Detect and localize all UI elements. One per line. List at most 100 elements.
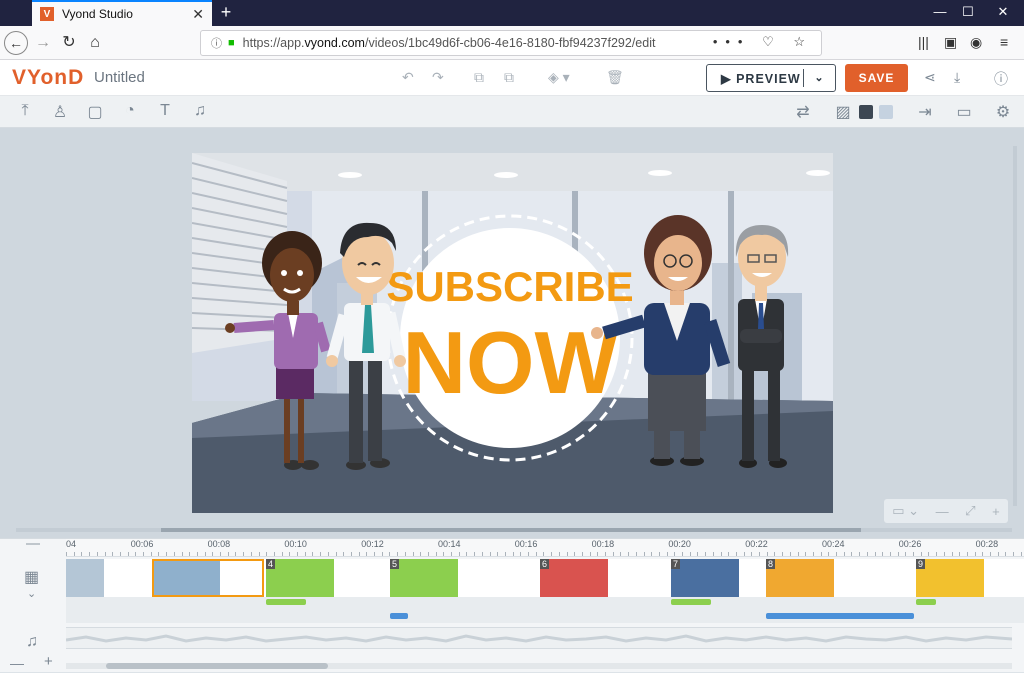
scene-illustration: SUBSCRIBE NOW	[192, 153, 833, 513]
document-title[interactable]: Untitled	[94, 69, 145, 86]
chart-icon[interactable]: ◔	[119, 102, 141, 120]
library-icon[interactable]: |||	[918, 34, 929, 50]
vyond-logo[interactable]: VYonD	[12, 66, 84, 90]
timeline-ruler[interactable]: 04 00:06 00:08 00:10 00:12 00:14 00:16 00:18 00:…	[66, 539, 1024, 557]
now-text: NOW	[402, 313, 617, 412]
element-bar[interactable]	[390, 613, 408, 619]
scene-thumb[interactable]: 8	[766, 559, 834, 597]
ruler-tick-label: 00:12	[361, 539, 384, 549]
ruler-minor-tick	[566, 552, 568, 556]
timeline-zoom-in-icon[interactable]: +	[44, 653, 53, 670]
undo-icon[interactable]: ↶	[402, 69, 414, 86]
ruler-tick-label: 00:16	[514, 539, 538, 549]
forward-icon[interactable]: →	[32, 32, 54, 54]
element-bar[interactable]	[916, 599, 936, 605]
character-icon[interactable]: ♙	[49, 102, 71, 122]
ruler-minor-tick	[474, 552, 476, 556]
url-bar[interactable]: ⓘ ■ https://app. vyond.com/videos/1bc49d6…	[200, 30, 822, 56]
ruler-minor-tick	[574, 552, 576, 556]
ruler-minor-tick	[628, 552, 630, 556]
scene-thumb[interactable]: 4	[266, 559, 334, 597]
maximize-icon[interactable]: ☐	[958, 4, 978, 20]
ruler-minor-tick	[720, 552, 722, 556]
download-icon[interactable]: ⤓	[954, 69, 960, 86]
enter-icon[interactable]: ⇥	[914, 102, 936, 122]
scene-thumb[interactable]: 9	[916, 559, 984, 597]
music-icon[interactable]: ♫	[189, 102, 211, 120]
new-tab-icon[interactable]: +	[216, 2, 236, 23]
account-icon[interactable]: ◉	[970, 34, 982, 51]
sidebar-icon[interactable]: ▣	[944, 34, 957, 51]
prop-icon[interactable]: ▢	[84, 102, 106, 122]
audio-track[interactable]	[65, 627, 1013, 649]
ruler-tick-label: 00:10	[284, 539, 307, 549]
drag-handle-icon[interactable]	[26, 543, 40, 545]
url-prefix: https://app.	[242, 36, 305, 50]
scene-thumb[interactable]: 7	[671, 559, 739, 597]
timeline-panel: ▦ ⌄ ♫ — + 04 00:06 00:08 00:10 00:12 00:14 00:…	[0, 538, 1024, 672]
ruler-minor-tick	[889, 552, 891, 556]
fit-screen-icon[interactable]: ▭ ⌄	[892, 503, 919, 519]
ruler-minor-tick	[997, 552, 999, 556]
camera-icon[interactable]: ▭	[953, 102, 975, 122]
scene-thumb[interactable]: 6	[540, 559, 608, 597]
preview-label: ▶ PREVIEW	[721, 71, 801, 86]
ruler-minor-tick	[427, 552, 429, 556]
text-icon[interactable]: T	[154, 102, 176, 120]
element-bar[interactable]	[671, 599, 711, 605]
swap-icon[interactable]: ⇄	[792, 102, 814, 122]
copy-icon[interactable]: ⧉	[474, 69, 484, 86]
share-icon[interactable]: ⋖	[924, 69, 936, 86]
ruler-minor-tick	[266, 552, 268, 556]
scene-thumb[interactable]: 3	[152, 559, 264, 597]
chevron-down-icon[interactable]: ⌄	[803, 69, 835, 87]
menu-icon[interactable]: ≡	[1000, 34, 1008, 50]
zoom-out-icon[interactable]: —	[936, 504, 949, 519]
ruler-tick-label: 00:20	[668, 539, 691, 549]
light-swatch[interactable]	[879, 105, 893, 119]
save-button[interactable]: SAVE	[845, 64, 908, 92]
ruler-minor-tick	[189, 552, 191, 556]
tab-close-icon[interactable]: ✕	[192, 6, 204, 23]
video-track[interactable]: 34 5 6 7 8 9	[66, 559, 1024, 597]
ruler-minor-tick	[389, 552, 391, 556]
reload-icon[interactable]: ↻	[58, 32, 80, 54]
settings-gear-icon[interactable]: ⚙	[992, 102, 1014, 122]
stage-horizontal-scrollbar[interactable]	[16, 528, 1012, 532]
scene-thumb[interactable]: 5	[390, 559, 458, 597]
minimize-icon[interactable]: —	[930, 4, 950, 19]
element-bar[interactable]	[766, 613, 914, 619]
browser-tab[interactable]: V Vyond Studio ✕	[32, 0, 212, 26]
scene-thumb[interactable]	[66, 559, 104, 597]
home-icon[interactable]: ⌂	[84, 32, 106, 54]
back-icon[interactable]: ←	[4, 31, 28, 55]
fullscreen-icon[interactable]: ⤢	[965, 503, 975, 519]
scene-canvas[interactable]: SUBSCRIBE NOW	[192, 153, 833, 513]
image-icon[interactable]: ▨	[832, 102, 854, 122]
element-bar[interactable]	[266, 599, 306, 605]
ruler-minor-tick	[297, 552, 298, 556]
zoom-in-icon[interactable]: +	[992, 504, 1000, 519]
ruler-minor-tick	[797, 552, 799, 556]
page-actions-icon[interactable]: ••• ♡ ☆	[713, 34, 813, 50]
timeline-zoom-out-icon[interactable]: —	[10, 655, 24, 671]
ruler-minor-tick	[143, 552, 144, 556]
paste-icon[interactable]: ⧉	[504, 69, 514, 86]
ruler-minor-tick	[905, 552, 907, 556]
dark-swatch[interactable]	[859, 105, 873, 119]
redo-icon[interactable]: ↷	[432, 69, 444, 86]
info-icon[interactable]: ⓘ	[211, 35, 222, 51]
layers-icon[interactable]: ◈ ▾	[548, 69, 570, 86]
ruler-minor-tick	[828, 552, 830, 556]
ruler-tick-label: 00:06	[130, 539, 154, 549]
stage-vertical-scrollbar[interactable]	[1013, 146, 1017, 506]
ruler-minor-tick	[589, 552, 591, 556]
preview-button[interactable]: ▶ PREVIEW ⌄	[706, 64, 836, 92]
upload-icon[interactable]: ⤒	[14, 102, 36, 120]
window-close-icon[interactable]: ✕	[993, 4, 1013, 20]
timeline-scrollbar[interactable]	[66, 663, 1012, 669]
help-icon[interactable]: ⓘ	[994, 69, 1008, 89]
delete-icon[interactable]: 🗑	[606, 69, 624, 86]
chevron-down-icon[interactable]: ⌄	[27, 587, 36, 600]
audio-waveform	[65, 634, 1013, 643]
